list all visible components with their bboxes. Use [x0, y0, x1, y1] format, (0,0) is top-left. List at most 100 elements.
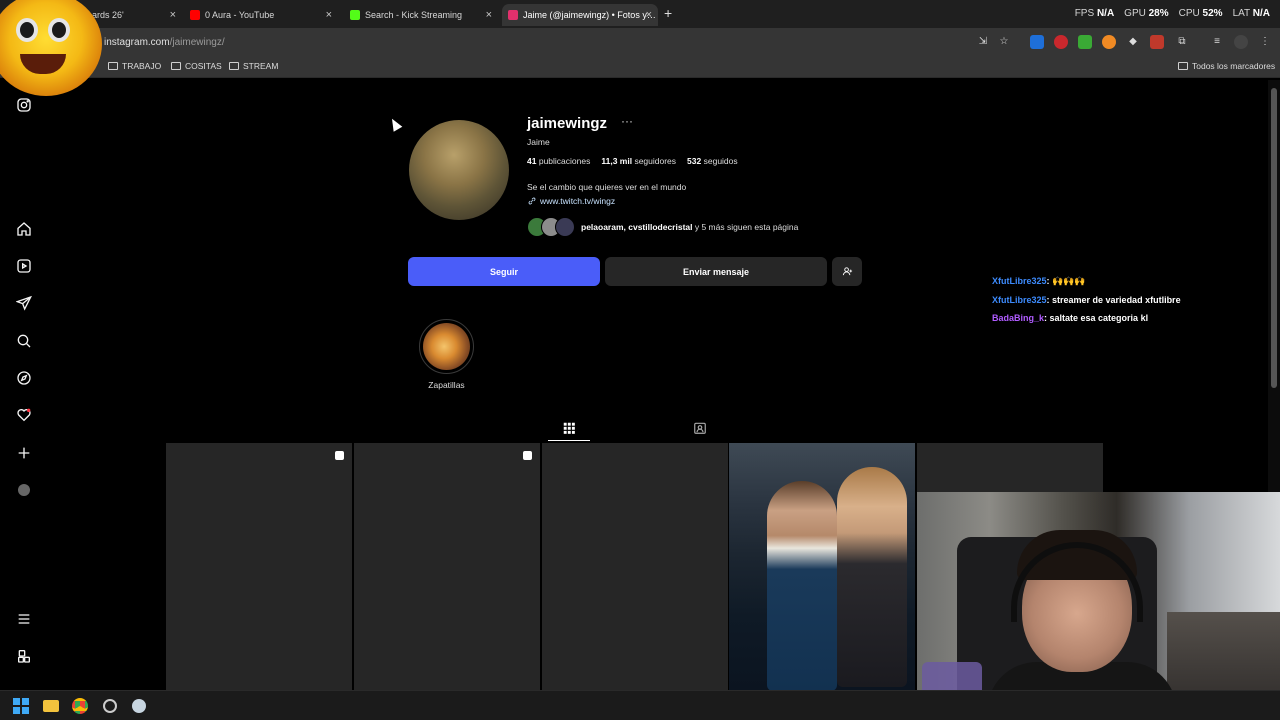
tagged-icon: [694, 422, 706, 434]
home-icon[interactable]: [16, 221, 32, 237]
add-person-icon: [842, 267, 852, 276]
post-thumbnail[interactable]: [354, 443, 540, 690]
install-app-icon[interactable]: ⇲: [976, 35, 990, 49]
browser-tab-1[interactable]: ards 26' ×: [92, 4, 182, 26]
profile-avatar[interactable]: [16, 482, 32, 498]
gpu-value: 28%: [1148, 8, 1169, 19]
following-count: 532: [687, 156, 702, 166]
followers-stat[interactable]: 11,3 mil seguidores: [601, 156, 676, 166]
extension-icon[interactable]: [1102, 35, 1116, 49]
close-tab-icon[interactable]: ×: [486, 9, 492, 21]
explore-icon[interactable]: [16, 370, 32, 386]
chat-message: BadaBing_k: saltate esa categoria kl: [992, 313, 1149, 323]
avatar: [555, 217, 575, 237]
close-tab-icon[interactable]: ×: [646, 9, 652, 21]
chat-username: XfutLibre325: [992, 294, 1047, 305]
browser-tab-active[interactable]: Jaime (@jaimewingz) • Fotos y… ×: [502, 4, 658, 26]
extensions-puzzle-icon[interactable]: ⧉: [1175, 35, 1189, 49]
profile-link[interactable]: www.twitch.tv/wingz: [527, 196, 615, 206]
profile-picture[interactable]: [409, 120, 509, 220]
fps-value: N/A: [1096, 8, 1115, 19]
follow-button[interactable]: Seguir: [408, 257, 600, 286]
cpu-value: 52%: [1202, 8, 1223, 19]
person-figure: [767, 481, 837, 690]
followers-count: 11,3 mil: [601, 156, 633, 166]
bookmark-folder-trabajo[interactable]: TRABAJO: [108, 61, 161, 71]
tab-title: 0 Aura - YouTube: [205, 10, 275, 20]
url-field[interactable]: instagram.com/jaimewingz/: [96, 31, 876, 53]
kick-favicon-icon: [350, 10, 360, 20]
steam-icon[interactable]: [130, 697, 148, 715]
browser-menu-icon[interactable]: ⋮: [1258, 35, 1272, 49]
profile-full-name: Jaime: [527, 137, 550, 147]
browser-tab-3[interactable]: Search - Kick Streaming ×: [350, 4, 498, 26]
create-icon[interactable]: [16, 445, 32, 461]
close-tab-icon[interactable]: ×: [170, 9, 176, 21]
cpu-label: CPU: [1178, 8, 1200, 19]
following-stat[interactable]: 532 seguidos: [687, 156, 738, 166]
bookmark-folder-cositas[interactable]: COSITAS: [171, 61, 222, 71]
windows-start-icon[interactable]: [12, 697, 30, 715]
extension-icon[interactable]: [1078, 35, 1092, 49]
avatar-icon: [18, 484, 30, 496]
scrollbar-thumb[interactable]: [1271, 88, 1277, 388]
bookmark-label: TRABAJO: [122, 61, 162, 71]
close-tab-icon[interactable]: ×: [326, 9, 332, 21]
extension-icon[interactable]: [1150, 35, 1164, 49]
menu-icon[interactable]: [16, 611, 32, 627]
more-apps-icon[interactable]: [16, 648, 32, 664]
extension-icon[interactable]: ◆: [1126, 35, 1140, 49]
reels-icon[interactable]: [16, 258, 32, 274]
performance-overlay: FPS N/A GPU 28% CPU 52% LAT N/A: [1075, 8, 1270, 19]
all-bookmarks-folder[interactable]: Todos los marcadores: [1178, 61, 1275, 71]
search-icon[interactable]: [16, 333, 32, 349]
extension-icon[interactable]: [1030, 35, 1044, 49]
active-tab-indicator: [548, 440, 590, 441]
bookmark-label: COSITAS: [185, 61, 222, 71]
chat-text: 🙌🙌🙌: [1052, 276, 1086, 286]
new-tab-button[interactable]: +: [664, 5, 672, 21]
windows-taskbar: [0, 690, 1280, 720]
instagram-favicon-icon: [508, 10, 518, 20]
emoji-eye: [48, 18, 70, 42]
chrome-icon[interactable]: [71, 697, 89, 715]
post-thumbnail[interactable]: [729, 443, 915, 690]
posts-stat: 41 publicaciones: [527, 156, 590, 166]
notifications-icon[interactable]: [16, 407, 32, 423]
followed-by-row[interactable]: pelaoaram, cvstillodecristal y 5 más sig…: [527, 217, 798, 237]
url-path: /jaimewingz/: [169, 36, 225, 48]
profile-link-text: www.twitch.tv/wingz: [540, 196, 616, 206]
settings-app-icon[interactable]: [101, 697, 119, 715]
person-figure: [837, 467, 907, 687]
chat-text: streamer de variedad xfutlibre: [1052, 294, 1181, 305]
story-highlight[interactable]: [419, 319, 474, 374]
stream-chat-overlay: XfutLibre325: 🙌🙌🙌 XfutLibre325: streamer…: [992, 272, 1181, 328]
chat-username: BadaBing_k: [992, 313, 1045, 323]
followed-by-names: pelaoaram, cvstillodecristal: [581, 222, 693, 232]
file-explorer-icon[interactable]: [42, 697, 60, 715]
carousel-icon: [523, 451, 532, 460]
profile-avatar-icon[interactable]: [1234, 35, 1248, 49]
direct-messages-icon[interactable]: [16, 295, 32, 311]
post-thumbnail[interactable]: [542, 443, 728, 690]
fps-label: FPS: [1074, 8, 1095, 19]
media-controls-icon[interactable]: ≡: [1210, 35, 1224, 49]
more-options-icon[interactable]: ···: [621, 114, 633, 128]
posts-grid-tab[interactable]: [562, 421, 576, 435]
profile-tabs: [166, 415, 1104, 443]
bookmark-folder-stream[interactable]: STREAM: [229, 61, 278, 71]
send-message-button[interactable]: Enviar mensaje: [605, 257, 827, 286]
emoji-eye: [16, 18, 38, 42]
tagged-tab[interactable]: [693, 421, 707, 435]
bookmark-star-icon[interactable]: ☆: [997, 35, 1011, 49]
suggested-accounts-button[interactable]: [832, 257, 862, 286]
instagram-sidebar: [0, 80, 48, 690]
followed-by-rest: y 5 más siguen esta página: [692, 222, 799, 232]
extension-icon[interactable]: [1054, 35, 1068, 49]
instagram-logo-icon[interactable]: [16, 97, 32, 113]
browser-tab-2[interactable]: 0 Aura - YouTube ×: [190, 4, 338, 26]
post-thumbnail[interactable]: [166, 443, 352, 690]
bookmark-label: Todos los marcadores: [1192, 61, 1276, 71]
streamer-webcam: [917, 492, 1280, 720]
tab-title: Jaime (@jaimewingz) • Fotos y…: [523, 10, 656, 20]
